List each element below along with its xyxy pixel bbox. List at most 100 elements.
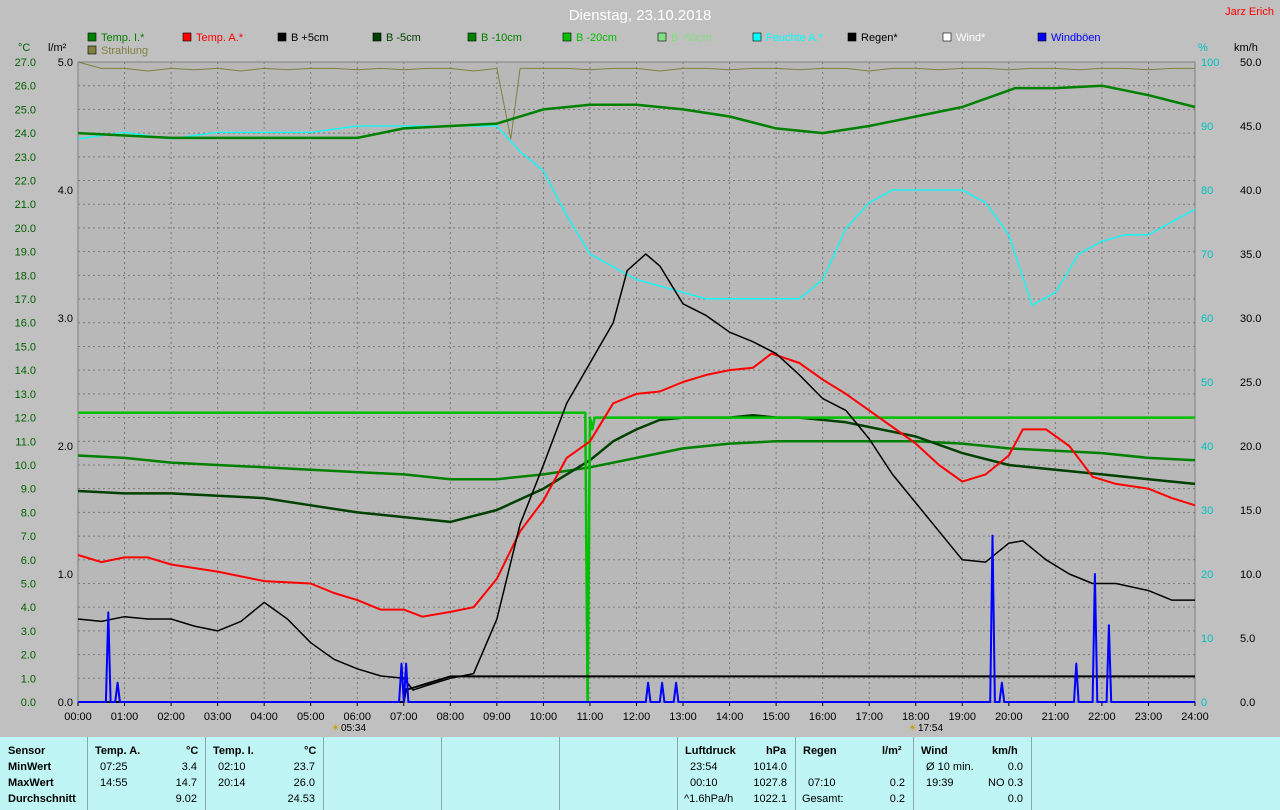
temp-tick-label: 17.0 <box>15 294 36 306</box>
row-avg-label: Durchschnitt <box>8 793 76 805</box>
x-tick-label: 06:00 <box>343 711 371 723</box>
pressure-max: 1027.8 <box>753 777 787 789</box>
stats-temp-i-col: Temp. I. °C 02:10 23.7 20:14 26.0 24.53 <box>206 737 324 810</box>
legend-swatch <box>942 32 952 42</box>
legend-label: B -20cm <box>576 32 617 44</box>
temp-unit: °C <box>18 42 30 54</box>
humidity-tick-label: 100 <box>1201 57 1219 69</box>
temp-i-header: Temp. I. <box>213 745 254 757</box>
rain-tick-label: 2.0 <box>58 441 73 453</box>
stats-empty-col-3 <box>560 737 678 810</box>
legend-label: Feuchte A.* <box>766 32 824 44</box>
rain-unit: l/m² <box>48 42 67 54</box>
legend-swatch <box>847 32 857 42</box>
x-tick-label: 10:00 <box>530 711 558 723</box>
wind-tick-label: 10.0 <box>1240 569 1261 581</box>
temp-i-min-time: 02:10 <box>218 761 246 773</box>
legend-swatch <box>467 32 477 42</box>
stats-empty-col-1 <box>324 737 442 810</box>
legend-swatch <box>1037 32 1047 42</box>
temp-a-unit: °C <box>186 745 199 757</box>
wind-header: Wind <box>921 745 948 757</box>
humidity-tick-label: 60 <box>1201 313 1213 325</box>
sunset-icon: ☀ <box>908 723 917 734</box>
wind-tick-label: 15.0 <box>1240 505 1261 517</box>
temp-tick-label: 4.0 <box>21 602 36 614</box>
temp-i-max: 26.0 <box>293 777 315 789</box>
pressure-max-time: 00:10 <box>690 777 718 789</box>
x-tick-label: 01:00 <box>111 711 139 723</box>
rain-total-label: Gesamt: <box>802 793 844 805</box>
stats-empty-col-2 <box>442 737 560 810</box>
temp-i-avg: 24.53 <box>287 793 315 805</box>
x-tick-label: 20:00 <box>995 711 1023 723</box>
statistics-table: Sensor MinWert MaxWert Durchschnitt Temp… <box>0 737 1280 810</box>
temp-tick-label: 11.0 <box>15 436 36 448</box>
temp-tick-label: 26.0 <box>15 81 36 93</box>
temp-a-max-time: 14:55 <box>100 777 128 789</box>
rain-tick-label: 0.0 <box>58 697 73 709</box>
stats-wind-col: Wind km/h Ø 10 min. 0.0 19:39 NO 0.3 0.0 <box>914 737 1032 810</box>
legend: Temp. I.* Temp. A.* B +5cm B -5cm B -10cm B -… <box>87 32 1101 57</box>
temp-a-min: 3.4 <box>181 761 197 773</box>
wind-unit: km/h <box>1234 42 1258 54</box>
legend-swatch <box>752 32 762 42</box>
legend-label: Temp. I.* <box>101 32 145 44</box>
x-tick-label: 18:00 <box>902 711 930 723</box>
temp-tick-label: 22.0 <box>15 176 36 188</box>
sunrise-icon: ☀ <box>331 723 340 734</box>
humidity-unit: % <box>1198 42 1208 54</box>
wind-tick-label: 0.0 <box>1240 697 1255 709</box>
temp-tick-label: 12.0 <box>15 413 36 425</box>
x-tick-label: 13:00 <box>669 711 697 723</box>
x-tick-label: 17:00 <box>855 711 883 723</box>
stats-empty-col-4 <box>1032 737 1280 810</box>
stats-rain-col: Regen l/m² 07:10 0.2 Gesamt: 0.2 <box>796 737 914 810</box>
temp-a-min-time: 07:25 <box>100 761 128 773</box>
temp-tick-label: 2.0 <box>21 650 36 662</box>
stats-temp-a-col: Temp. A. °C 07:25 3.4 14:55 14.7 9.02 <box>88 737 206 810</box>
temp-tick-label: 7.0 <box>21 531 36 543</box>
rain-tick-label: 5.0 <box>58 57 73 69</box>
x-tick-label: 00:00 <box>64 711 92 723</box>
temp-i-unit: °C <box>304 745 317 757</box>
temp-a-header: Temp. A. <box>95 745 141 757</box>
temp-tick-label: 0.0 <box>21 697 36 709</box>
x-tick-label: 19:00 <box>949 711 977 723</box>
wind-tick-label: 25.0 <box>1240 377 1261 389</box>
temp-tick-label: 5.0 <box>21 578 36 590</box>
legend-label: Windböen <box>1051 32 1101 44</box>
x-tick-label: 24:00 <box>1181 711 1209 723</box>
temp-tick-label: 14.0 <box>15 365 36 377</box>
time-axis: 00:00 01:00 02:00 03:00 04:00 05:00 06:00 07:00… <box>64 702 1209 723</box>
temp-a-max: 14.7 <box>175 777 197 789</box>
legend-swatch <box>657 32 667 42</box>
temp-tick-label: 6.0 <box>21 555 36 567</box>
wind-tick-label: 35.0 <box>1240 249 1261 261</box>
row-max-label: MaxWert <box>8 777 54 789</box>
legend-label: Wind* <box>956 32 986 44</box>
pressure-header: Luftdruck <box>685 745 736 757</box>
legend-label: B -50cm <box>671 32 712 44</box>
legend-label: Temp. A.* <box>196 32 244 44</box>
x-tick-label: 16:00 <box>809 711 837 723</box>
temp-tick-label: 21.0 <box>15 199 36 211</box>
weather-chart: Dienstag, 23.10.2018 Temp. I.* Temp. A.* B… <box>15 7 1262 734</box>
temp-tick-label: 9.0 <box>21 484 36 496</box>
humidity-tick-label: 50 <box>1201 377 1213 389</box>
temp-tick-label: 10.0 <box>15 460 36 472</box>
stats-pressure-col: Luftdruck hPa 23:54 1014.0 00:10 1027.8 … <box>678 737 796 810</box>
humidity-axis: 0 10 20 30 40 50 60 70 80 90 100 <box>1201 57 1219 709</box>
rain-unit: l/m² <box>882 745 902 757</box>
temp-tick-label: 13.0 <box>15 389 36 401</box>
legend-swatch <box>372 32 382 42</box>
rain-max: 0.2 <box>889 777 905 789</box>
temp-i-max-time: 20:14 <box>218 777 246 789</box>
wind-last: 0.0 <box>1007 793 1023 805</box>
temp-tick-label: 24.0 <box>15 128 36 140</box>
x-tick-label: 21:00 <box>1042 711 1070 723</box>
temp-tick-label: 16.0 <box>15 318 36 330</box>
wind-tick-label: 20.0 <box>1240 441 1261 453</box>
humidity-tick-label: 80 <box>1201 185 1213 197</box>
legend-swatch <box>87 32 97 42</box>
